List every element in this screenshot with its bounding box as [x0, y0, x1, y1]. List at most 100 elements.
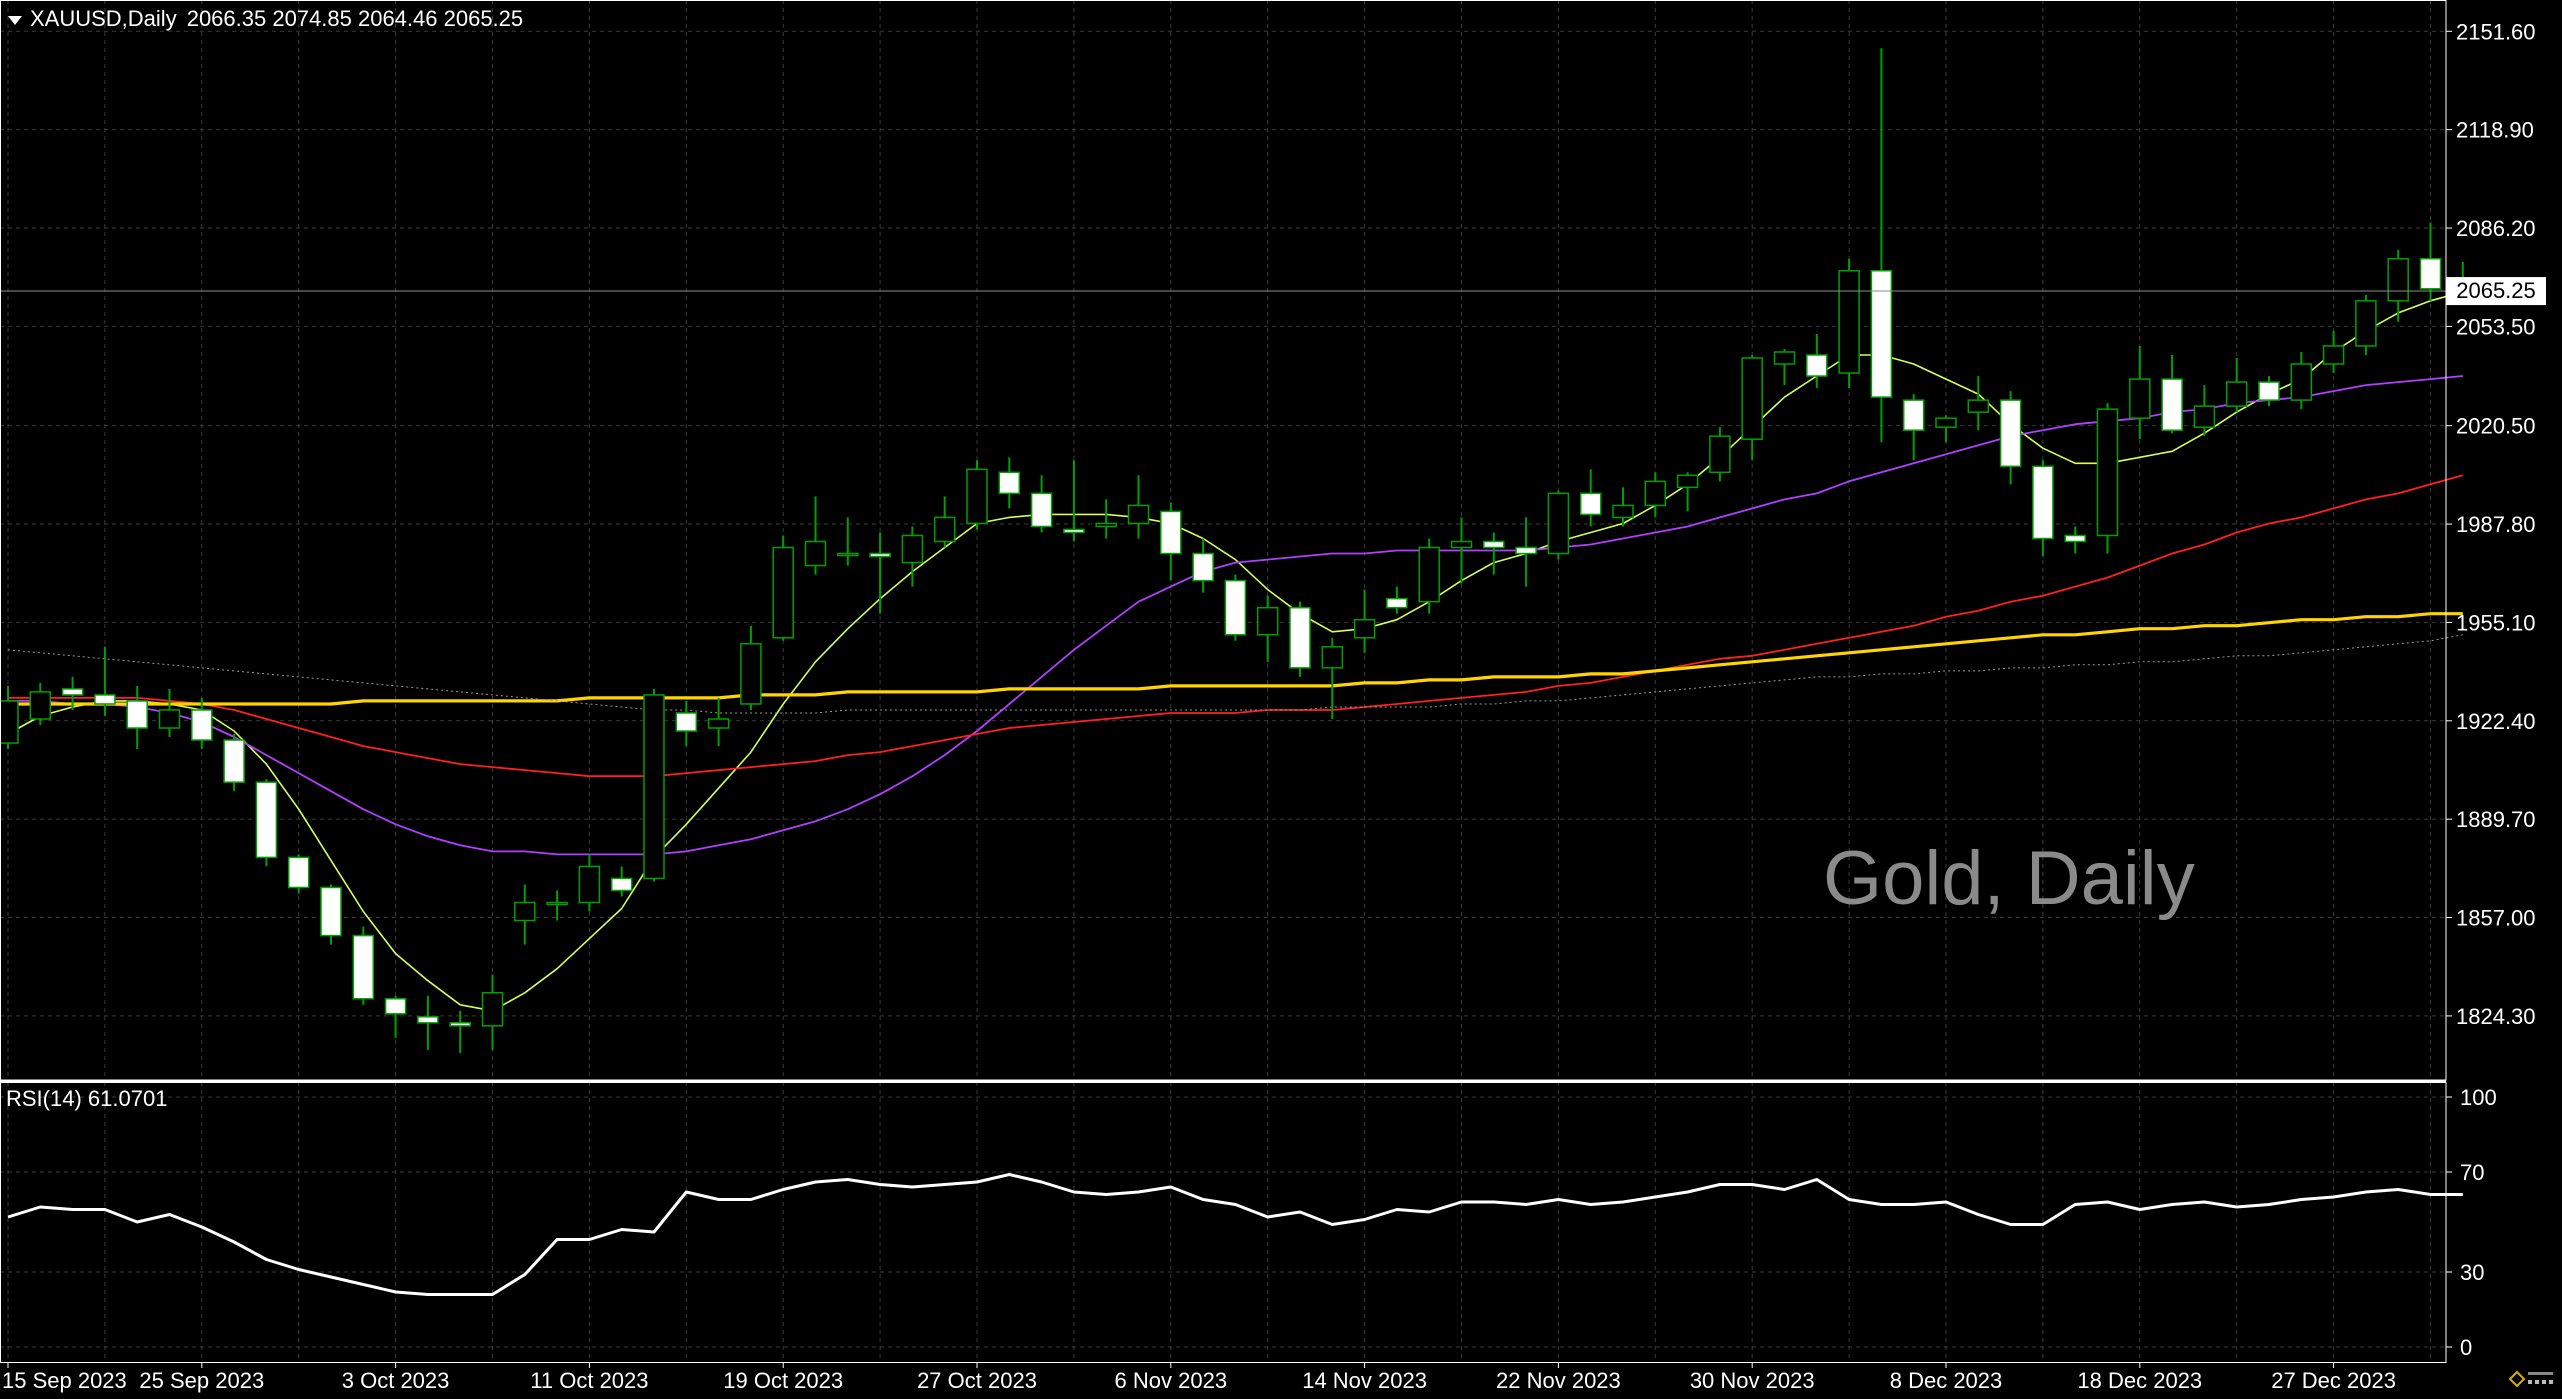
price-tick-label: 2086.20 — [2456, 216, 2536, 241]
candle-body — [1224, 579, 1247, 636]
candle-body — [1353, 618, 1376, 639]
price-tick-label: 1955.10 — [2456, 610, 2536, 635]
candle — [1773, 348, 1796, 386]
time-tick-label: 6 Nov 2023 — [1115, 1368, 1228, 1393]
candle-body — [2419, 257, 2442, 290]
chart-canvas[interactable]: 2151.60 2118.90 2086.20 2053.50 2020.50 1987.… — [0, 0, 2562, 1399]
candle — [1644, 472, 1667, 518]
time-tick-label: 18 Dec 2023 — [2077, 1368, 2202, 1393]
candle — [1612, 487, 1634, 527]
candle — [94, 646, 116, 716]
candle-body — [1160, 510, 1182, 555]
candle-body — [1256, 606, 1279, 636]
candle — [1030, 475, 1053, 533]
candle — [2032, 460, 2054, 557]
candle — [320, 884, 342, 945]
candle — [837, 517, 859, 566]
candle — [223, 734, 245, 792]
candle-body — [1644, 480, 1667, 507]
symbol-name: XAUUSD,Daily — [30, 6, 177, 31]
candle-body — [546, 901, 568, 906]
candle — [933, 496, 956, 548]
candle-body — [1547, 492, 1570, 555]
dropdown-triangle-icon[interactable] — [8, 15, 22, 25]
rsi-panel-border — [0, 1082, 2447, 1363]
candle-body — [384, 998, 407, 1015]
candle-body — [2161, 378, 2183, 431]
candle-body — [1386, 597, 1408, 609]
candle — [675, 700, 698, 747]
price-tick-label: 1824.30 — [2456, 1004, 2536, 1029]
candle — [546, 890, 568, 921]
candle-body — [514, 901, 536, 922]
candle — [1386, 586, 1408, 614]
candle-body — [1741, 357, 1763, 440]
time-tick-label: 3 Oct 2023 — [342, 1368, 450, 1393]
candle — [1935, 415, 1957, 443]
ohlc-values: 2066.35 2074.85 2064.46 2065.25 — [186, 6, 524, 31]
candle-body — [255, 781, 278, 859]
candle — [1224, 574, 1247, 641]
candle — [1547, 490, 1570, 560]
candle-body — [1321, 646, 1344, 669]
candle — [869, 532, 891, 614]
candle — [514, 884, 536, 945]
brand-logo-icon — [2508, 1370, 2553, 1388]
candle — [449, 1010, 471, 1053]
candle — [1999, 391, 2022, 485]
candle — [643, 688, 665, 882]
candle-body — [320, 886, 342, 937]
price-tick-label: 1922.40 — [2456, 709, 2536, 734]
candle-body — [2290, 363, 2313, 401]
candle-body — [804, 540, 827, 567]
price-tick-label: 2020.50 — [2456, 414, 2536, 439]
candle-body — [1579, 492, 1602, 516]
rsi-tick-label: 30 — [2460, 1260, 2484, 1285]
candle-body — [1676, 474, 1699, 489]
candle — [29, 682, 52, 726]
candle-body — [933, 516, 956, 543]
candle-body — [1127, 504, 1150, 525]
candle-body — [1967, 399, 1990, 413]
candle — [2096, 403, 2119, 554]
candle-body — [1515, 546, 1537, 555]
candle-body — [126, 700, 148, 729]
candle-body — [1483, 540, 1505, 549]
candle — [1160, 502, 1182, 581]
price-tick-label: 1889.70 — [2456, 807, 2536, 832]
candle-body — [1192, 552, 1214, 582]
candle-body — [837, 552, 859, 557]
candle-body — [1612, 504, 1634, 519]
rsi-line — [7, 1173, 2463, 1296]
candle-body — [61, 688, 84, 696]
candle-body — [610, 877, 633, 892]
candle-body — [1063, 528, 1085, 534]
candle — [1256, 595, 1279, 662]
current-price-label: 2065.25 — [2456, 278, 2536, 303]
candle — [707, 697, 730, 747]
grid — [0, 0, 2446, 1362]
candle-body — [998, 471, 1021, 495]
candle — [772, 535, 794, 641]
candle-body — [223, 739, 245, 783]
candle-body — [1806, 354, 1828, 377]
candle — [1741, 354, 1763, 461]
candle-body — [1838, 270, 1860, 374]
candle — [2419, 222, 2442, 301]
candle — [1353, 589, 1376, 653]
candle-body — [1418, 546, 1440, 603]
candle — [1063, 460, 1085, 542]
candle — [1676, 472, 1699, 512]
candle-body — [287, 856, 310, 889]
time-tick-label: 11 Oct 2023 — [530, 1368, 648, 1393]
price-tick-label: 2151.60 — [2456, 19, 2536, 44]
candle — [2322, 330, 2345, 374]
candle-body — [1902, 399, 1925, 431]
time-tick-label: 30 Nov 2023 — [1690, 1368, 1815, 1393]
candle-body — [2193, 405, 2216, 428]
candle-body — [578, 865, 601, 904]
candle-body — [869, 552, 891, 558]
candle-body — [191, 709, 213, 741]
candle — [1902, 394, 1925, 461]
price-tick-label: 2053.50 — [2456, 314, 2536, 339]
